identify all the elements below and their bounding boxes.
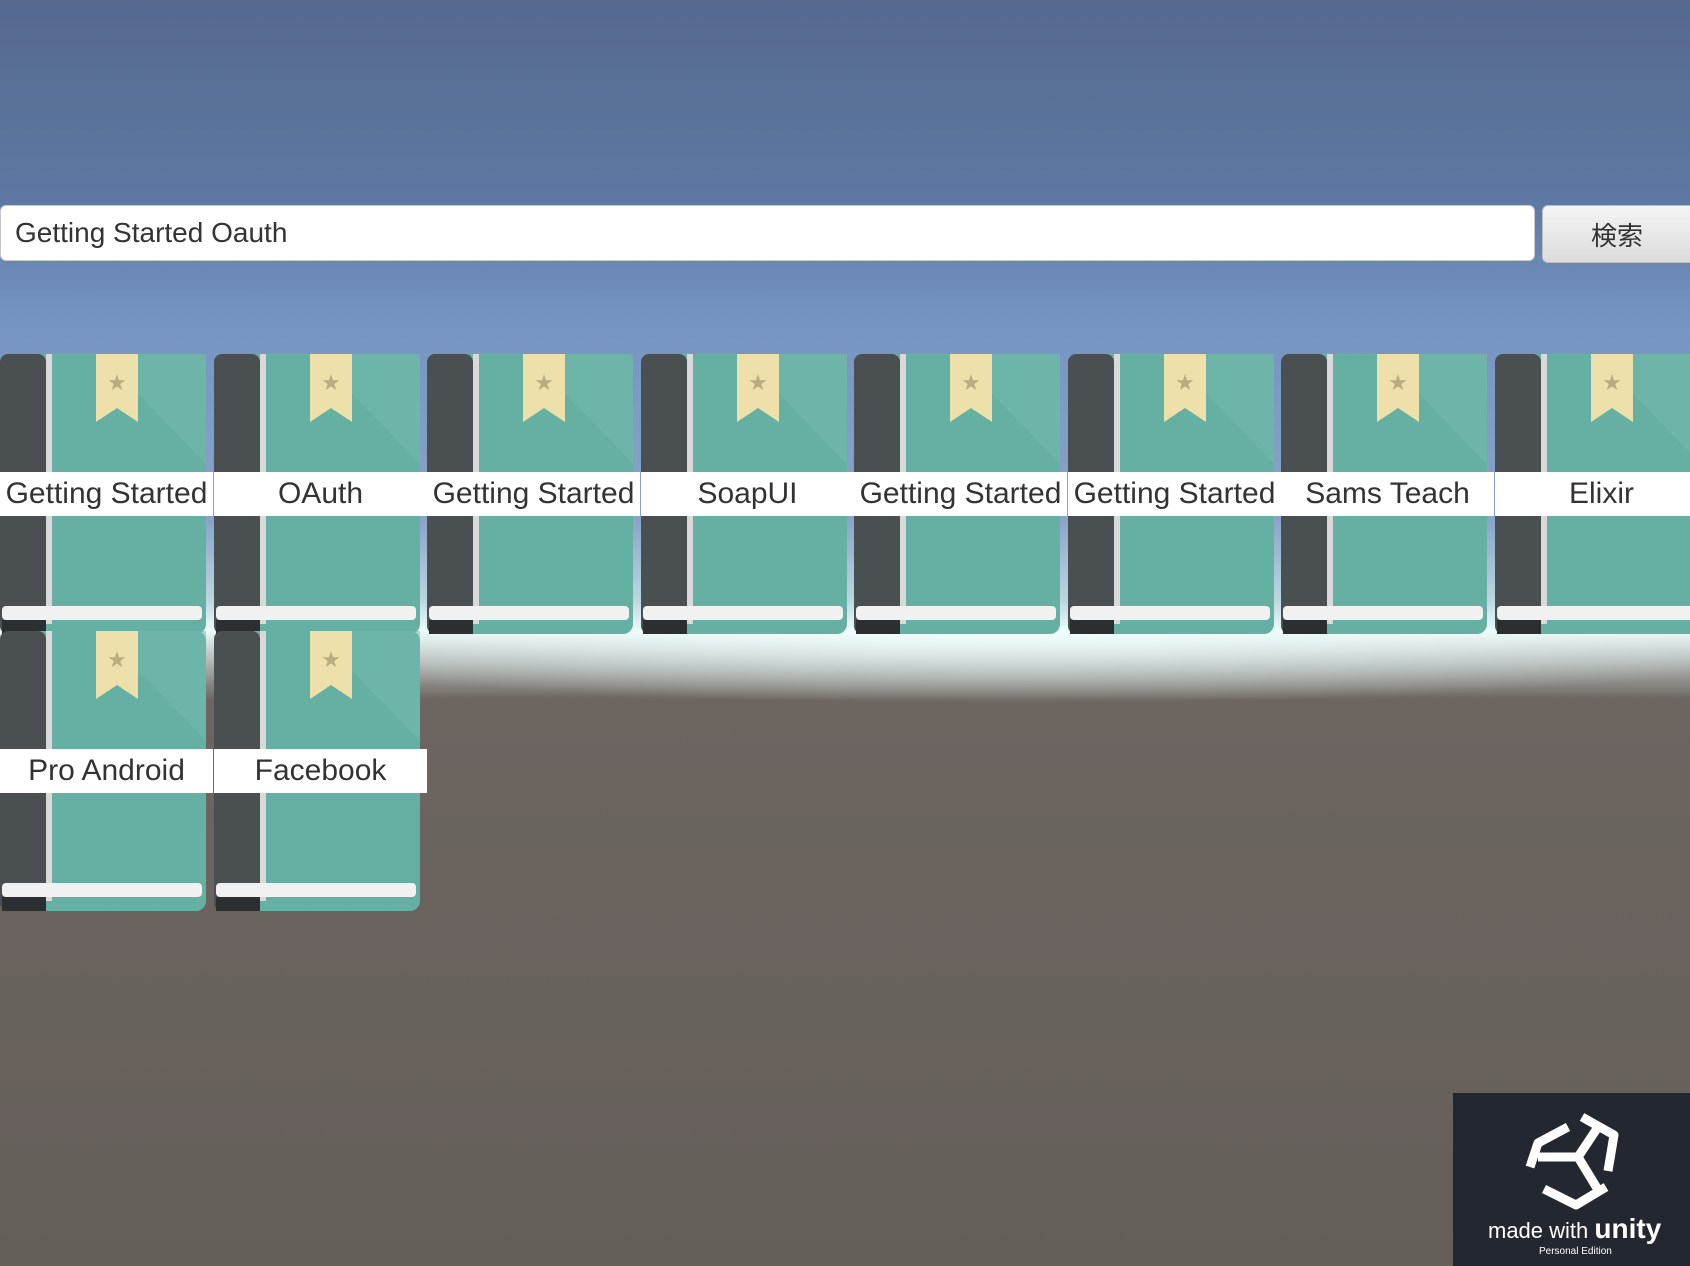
book-title: Getting Started <box>1068 472 1281 516</box>
book-title: Pro Android <box>0 749 213 793</box>
search-input[interactable]: Getting Started Oauth <box>0 205 1535 261</box>
made-with-unity-text: made with unity <box>1488 1213 1662 1244</box>
book-item[interactable]: ★ Getting Started <box>427 354 640 634</box>
svg-text:★: ★ <box>1388 371 1408 396</box>
book-item[interactable]: ★ Getting Started <box>1068 354 1281 634</box>
search-button-label: 検索 <box>1591 220 1644 251</box>
book-item[interactable]: ★ Getting Started <box>854 354 1067 634</box>
svg-text:★: ★ <box>1602 371 1622 396</box>
unity-edition-text: Personal Edition <box>1539 1246 1612 1257</box>
book-title: Elixir <box>1495 472 1690 516</box>
book-title: Facebook <box>214 749 427 793</box>
search-button[interactable]: 検索 <box>1542 205 1690 263</box>
book-title: Getting Started <box>427 472 640 516</box>
svg-text:★: ★ <box>748 371 768 396</box>
book-title: SoapUI <box>641 472 854 516</box>
book-title: Getting Started <box>854 472 1067 516</box>
book-title: Sams Teach <box>1281 472 1494 516</box>
svg-text:★: ★ <box>107 371 127 396</box>
svg-text:★: ★ <box>534 371 554 396</box>
book-item[interactable]: ★ Elixir <box>1495 354 1690 634</box>
book-item[interactable]: ★ Facebook <box>214 631 427 911</box>
unity-logo-icon <box>1525 1113 1619 1210</box>
svg-text:★: ★ <box>321 371 341 396</box>
svg-text:★: ★ <box>1175 371 1195 396</box>
search-input-value: Getting Started Oauth <box>15 217 288 248</box>
book-item[interactable]: ★ Pro Android <box>0 631 213 911</box>
svg-text:★: ★ <box>321 648 341 673</box>
svg-text:★: ★ <box>961 371 981 396</box>
book-title: Getting Started <box>0 472 213 516</box>
book-title: OAuth <box>214 472 427 516</box>
svg-text:★: ★ <box>107 648 127 673</box>
book-item[interactable]: ★ Sams Teach <box>1281 354 1494 634</box>
book-item[interactable]: ★ OAuth <box>214 354 427 634</box>
book-item[interactable]: ★ SoapUI <box>641 354 854 634</box>
unity-badge: made with unity Personal Edition <box>1453 1093 1690 1266</box>
book-item[interactable]: ★ Getting Started <box>0 354 213 634</box>
